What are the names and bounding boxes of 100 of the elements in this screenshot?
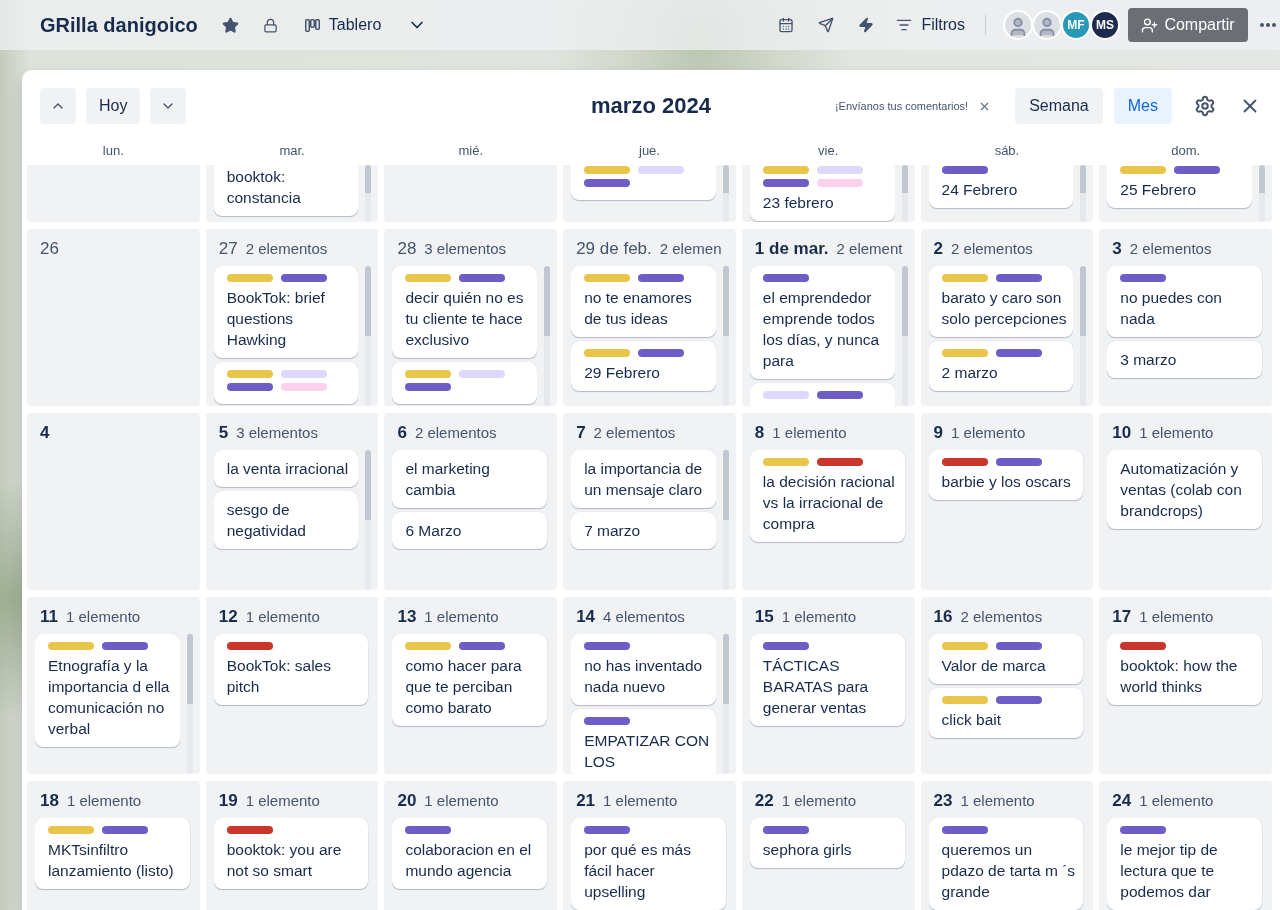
item-count: 1 elemento: [424, 791, 499, 811]
view-switcher-button[interactable]: Tablero: [298, 9, 388, 41]
item-count: 1 elemento: [960, 791, 1035, 811]
item-count: 1 elemento: [1139, 791, 1214, 811]
weekday-label: mié.: [458, 142, 484, 160]
calendar-card[interactable]: decir quién no es tu cliente te hace exclusivo: [392, 266, 538, 358]
scrollbar[interactable]: [722, 266, 729, 406]
card-title: decir quién no es tu cliente te hace exclusivo: [405, 288, 525, 350]
calendar-card[interactable]: la decisión racional vs la irracional de compra: [749, 450, 905, 542]
more-icon: [1260, 23, 1276, 27]
calendar-card[interactable]: 7 marzo: [571, 512, 716, 549]
card-title: como hacer para que te perciban como barato: [405, 656, 523, 718]
card-title: por qué es más fácil hacer upselling: [584, 840, 692, 902]
calendar-card[interactable]: queremos un pdazo de tarta m ´s grande: [928, 818, 1084, 910]
card-title: BookTok: sales pitch: [226, 656, 332, 697]
calendar-card[interactable]: el marketing cambia: [392, 450, 548, 508]
calendar-card[interactable]: como hacer para que te perciban como barato: [392, 634, 548, 726]
calendar-card[interactable]: 3 marzo: [1107, 341, 1262, 378]
calendar-card[interactable]: sephora girls: [749, 818, 905, 868]
item-count: 3 elementos: [424, 239, 507, 259]
calendar-card[interactable]: MKTsinfiltro lanzamiento (listo): [35, 818, 190, 889]
calendar-card[interactable]: 23 febrero: [749, 165, 895, 221]
calendar-card[interactable]: por qué es más fácil hacer upselling: [571, 818, 726, 910]
scrollbar[interactable]: [186, 634, 193, 774]
day-number: 19: [218, 790, 238, 812]
calendar-card[interactable]: barbie y los oscars: [928, 450, 1084, 500]
calendar-card[interactable]: [392, 362, 538, 404]
calendar-card[interactable]: Valor de marca: [928, 634, 1084, 684]
day-number: 8: [754, 422, 765, 444]
day-number: 22: [754, 790, 774, 812]
calendar-card[interactable]: no te enamores de tus ideas: [571, 266, 716, 337]
scrollbar[interactable]: [722, 450, 729, 590]
view-tab[interactable]: Mes: [1113, 88, 1172, 124]
today-button[interactable]: Hoy: [86, 88, 141, 124]
calendar-card[interactable]: 25 Febrero: [1107, 165, 1252, 208]
calendar-card[interactable]: booktok: you are not so smart: [213, 818, 369, 889]
calendar-card[interactable]: click bait: [928, 688, 1084, 738]
scrollbar[interactable]: [722, 165, 729, 222]
scrollbar[interactable]: [901, 266, 908, 406]
member-avatar[interactable]: MS: [1090, 10, 1120, 40]
scrollbar[interactable]: [722, 634, 729, 774]
scrollbar[interactable]: [365, 266, 372, 406]
calendar-card[interactable]: booktok: how the world thinks: [1107, 634, 1262, 705]
calendar-card[interactable]: BookTok: sales pitch: [213, 634, 369, 705]
card-title: 7 marzo: [584, 521, 642, 541]
previous-button[interactable]: [40, 88, 76, 124]
calendar-card[interactable]: [749, 383, 895, 406]
user-avatar-icon[interactable]: [1003, 10, 1033, 40]
next-button[interactable]: [150, 88, 187, 124]
view-tab[interactable]: Semana: [1015, 88, 1103, 124]
item-count: 1 elemento: [66, 607, 141, 627]
card-title: no has inventado nada nuevo: [584, 656, 704, 697]
board-title[interactable]: GRilla danigoico: [40, 13, 198, 37]
item-count: 2 elementos: [951, 239, 1033, 259]
filter-button[interactable]: Filtros: [890, 9, 971, 41]
scrollbar[interactable]: [544, 266, 551, 406]
calendar-card[interactable]: no puedes con nada: [1107, 266, 1262, 337]
calendar-card[interactable]: no has inventado nada nuevo: [571, 634, 716, 705]
calendar-card[interactable]: 24 Febrero: [928, 165, 1074, 208]
calendar-card[interactable]: colaboracion en el mundo agencia: [392, 818, 548, 889]
calendar-card[interactable]: la venta irracional: [213, 450, 359, 487]
item-count: 2 elementos: [1129, 239, 1212, 259]
calendar-card[interactable]: TÁCTICAS BARATAS para generar ventas: [749, 634, 905, 726]
scrollbar[interactable]: [901, 165, 908, 222]
calendar-card[interactable]: Automatización y ventas (colab con brandcrops): [1107, 450, 1262, 529]
calendar-card[interactable]: booktok: constancia: [213, 165, 359, 216]
weekday-label: sáb.: [994, 142, 1020, 160]
scrollbar[interactable]: [1080, 266, 1087, 406]
calendar-title: marzo 2024: [591, 93, 711, 119]
calendar-card[interactable]: el emprendedor emprende todos los días, y nunca para: [749, 266, 895, 379]
share-button[interactable]: Compartir: [1128, 8, 1248, 42]
item-count: 2 elementos: [960, 607, 1043, 627]
card-title: Valor de marca: [941, 656, 1047, 676]
item-count: 1 elemento: [424, 607, 499, 627]
item-count: 1 elemento: [1139, 607, 1214, 627]
calendar-card[interactable]: 29 Febrero: [571, 341, 716, 391]
weekday-label: vie.: [818, 142, 839, 160]
calendar-card[interactable]: BookTok: brief questions Hawking: [213, 266, 359, 358]
settings-button[interactable]: [1193, 94, 1217, 118]
user-avatar-icon[interactable]: [1032, 10, 1062, 40]
calendar-card[interactable]: barato y caro son solo percepciones: [928, 266, 1074, 337]
feedback-link[interactable]: ¡Envíanos tus comentarios!: [834, 100, 969, 112]
scrollbar[interactable]: [365, 450, 372, 590]
scrollbar[interactable]: [365, 165, 372, 222]
calendar-card[interactable]: 6 Marzo: [392, 512, 548, 549]
item-count: 2 element: [836, 239, 903, 259]
calendar-card[interactable]: sesgo de negatividad: [213, 491, 359, 549]
day-number: 13: [397, 606, 417, 628]
calendar-card[interactable]: 2 marzo: [928, 341, 1074, 391]
scrollbar[interactable]: [1080, 165, 1087, 222]
day-number: 27: [218, 238, 238, 260]
card-title: booktok: constancia: [226, 167, 302, 208]
item-count: 1 elemento: [951, 423, 1026, 443]
calendar-card[interactable]: EMPATIZAR CON LOS: [571, 709, 716, 774]
scrollbar[interactable]: [1259, 165, 1265, 222]
calendar-card[interactable]: [571, 165, 716, 200]
calendar-card[interactable]: Etnografía y la importancia d ella comunicación no verbal: [35, 634, 180, 747]
calendar-card[interactable]: la importancia de un mensaje claro: [571, 450, 716, 508]
calendar-card[interactable]: [213, 362, 359, 404]
calendar-card[interactable]: le mejor tip de lectura que te podemos dar: [1107, 818, 1262, 910]
